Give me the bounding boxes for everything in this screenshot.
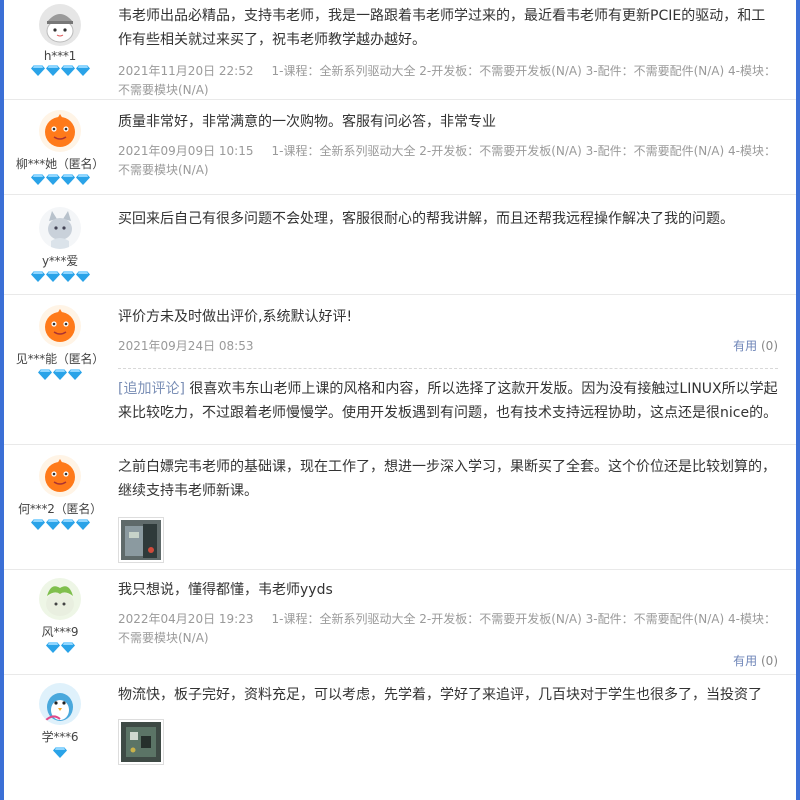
level-gem-icon	[53, 747, 67, 758]
review-text: 买回来后自己有很多问题不会处理，客服很耐心的帮我讲解，而且还帮我远程操作解决了我…	[118, 211, 734, 227]
useful-count: (0)	[761, 654, 778, 668]
review-item: 风***9 我只想说，懂得都懂，韦老师yyds 2022年04月20日 19:2…	[4, 570, 796, 675]
useful-button[interactable]: 有用 (0)	[733, 337, 778, 356]
review-meta: 2022年04月20日 19:23 1-课程：全新系列驱动大全 2-开发板：不需要…	[118, 610, 778, 648]
append-text: 很喜欢韦东山老师上课的风格和内容，所以选择了这款开发版。因为没有接触过LINUX…	[118, 381, 778, 421]
level-gem-icon	[60, 271, 75, 282]
review-text: 之前白嫖完韦老师的基础课，现在工作了，想进一步深入学习，果断买了全套。这个价位还…	[118, 459, 776, 499]
level-gem-icon	[45, 642, 60, 653]
review-photo-thumbnail[interactable]	[118, 517, 164, 563]
user-level-badges	[4, 369, 116, 380]
useful-label: 有用	[733, 339, 758, 353]
review-text: 评价方未及时做出评价,系统默认好评!	[118, 309, 353, 325]
review-item: y***爱 买回来后自己有很多问题不会处理，客服很耐心的帮我讲解，而且还帮我远程…	[4, 195, 796, 295]
user-name: 学***6	[41, 730, 79, 744]
useful-label: 有用	[733, 654, 758, 668]
level-gem-icon	[75, 65, 90, 76]
level-gem-icon	[30, 65, 45, 76]
level-gem-icon	[45, 271, 60, 282]
reviewer: 学***6	[4, 683, 116, 758]
level-gem-icon	[75, 271, 90, 282]
user-name: 见***能（匿名）	[15, 352, 105, 366]
user-avatar[interactable]	[39, 455, 81, 497]
review-item: 见***能（匿名） 评价方未及时做出评价,系统默认好评! 2021年09月24日…	[4, 295, 796, 445]
reviewer: 柳***她（匿名）	[4, 110, 116, 185]
review-meta: 2021年09月09日 10:15 1-课程：全新系列驱动大全 2-开发板：不需要…	[118, 142, 778, 180]
append-label: [追加评论]	[118, 381, 185, 397]
review-item: 何***2（匿名） 之前白嫖完韦老师的基础课，现在工作了，想进一步深入学习，果断…	[4, 445, 796, 570]
level-gem-icon	[60, 174, 75, 185]
reviewer: 见***能（匿名）	[4, 305, 116, 380]
user-avatar[interactable]	[39, 578, 81, 620]
user-avatar[interactable]	[39, 207, 81, 249]
review-text: 我只想说，懂得都懂，韦老师yyds	[118, 582, 333, 598]
review-item: 柳***她（匿名） 质量非常好，非常满意的一次购物。客服有问必答，非常专业 20…	[4, 100, 796, 195]
review-photo-thumbnail[interactable]	[118, 719, 164, 765]
review-text: 韦老师出品必精品，支持韦老师，我是一路跟着韦老师学过来的，最近看韦老师有更新PC…	[118, 8, 766, 48]
review-item: h***1 韦老师出品必精品，支持韦老师，我是一路跟着韦老师学过来的，最近看韦老…	[4, 0, 796, 100]
user-level-badges	[4, 174, 116, 185]
level-gem-icon	[60, 65, 75, 76]
user-level-badges	[4, 747, 116, 758]
level-gem-icon	[38, 369, 52, 380]
review-meta: 2021年11月20日 22:52 1-课程：全新系列驱动大全 2-开发板：不需要…	[118, 62, 778, 100]
level-gem-icon	[53, 369, 67, 380]
level-gem-icon	[60, 642, 75, 653]
user-name: 柳***她（匿名）	[15, 157, 105, 171]
level-gem-icon	[30, 519, 45, 530]
review-date: 2021年11月20日 22:52	[118, 64, 254, 78]
window-frame-right	[796, 0, 800, 800]
level-gem-icon	[45, 174, 60, 185]
review-text: 物流快，板子完好，资料充足，可以考虑，先学着，学好了来追评，几百块对于学生也很多…	[118, 687, 762, 703]
user-level-badges	[4, 65, 116, 76]
user-level-badges	[4, 519, 116, 530]
level-gem-icon	[68, 369, 82, 380]
review-date: 2021年09月24日 08:53	[118, 339, 254, 353]
level-gem-icon	[30, 174, 45, 185]
level-gem-icon	[45, 65, 60, 76]
review-text: 质量非常好，非常满意的一次购物。客服有问必答，非常专业	[118, 114, 496, 130]
user-name: 何***2（匿名）	[18, 502, 102, 516]
user-name: 风***9	[41, 625, 79, 639]
useful-button[interactable]: 有用 (0)	[733, 652, 778, 669]
user-level-badges	[4, 271, 116, 282]
user-avatar[interactable]	[39, 4, 81, 46]
user-avatar[interactable]	[39, 683, 81, 725]
reviewer: 风***9	[4, 578, 116, 653]
user-avatar[interactable]	[39, 110, 81, 152]
append-review: [追加评论] 很喜欢韦东山老师上课的风格和内容，所以选择了这款开发版。因为没有接…	[118, 368, 778, 425]
level-gem-icon	[75, 174, 90, 185]
level-gem-icon	[60, 519, 75, 530]
reviewer: y***爱	[4, 207, 116, 282]
level-gem-icon	[75, 519, 90, 530]
user-level-badges	[4, 642, 116, 653]
review-date: 2021年09月09日 10:15	[118, 144, 254, 158]
reviewer: 何***2（匿名）	[4, 455, 116, 530]
user-name: y***爱	[41, 254, 79, 268]
reviewer: h***1	[4, 4, 116, 76]
user-name: h***1	[43, 49, 77, 63]
review-date: 2022年04月20日 19:23	[118, 612, 254, 626]
review-item: 学***6 物流快，板子完好，资料充足，可以考虑，先学着，学好了来追评，几百块对…	[4, 675, 796, 800]
useful-count: (0)	[761, 339, 778, 353]
user-avatar[interactable]	[39, 305, 81, 347]
level-gem-icon	[30, 271, 45, 282]
review-meta: 2021年09月24日 08:53 有用 (0)	[118, 337, 778, 356]
level-gem-icon	[45, 519, 60, 530]
